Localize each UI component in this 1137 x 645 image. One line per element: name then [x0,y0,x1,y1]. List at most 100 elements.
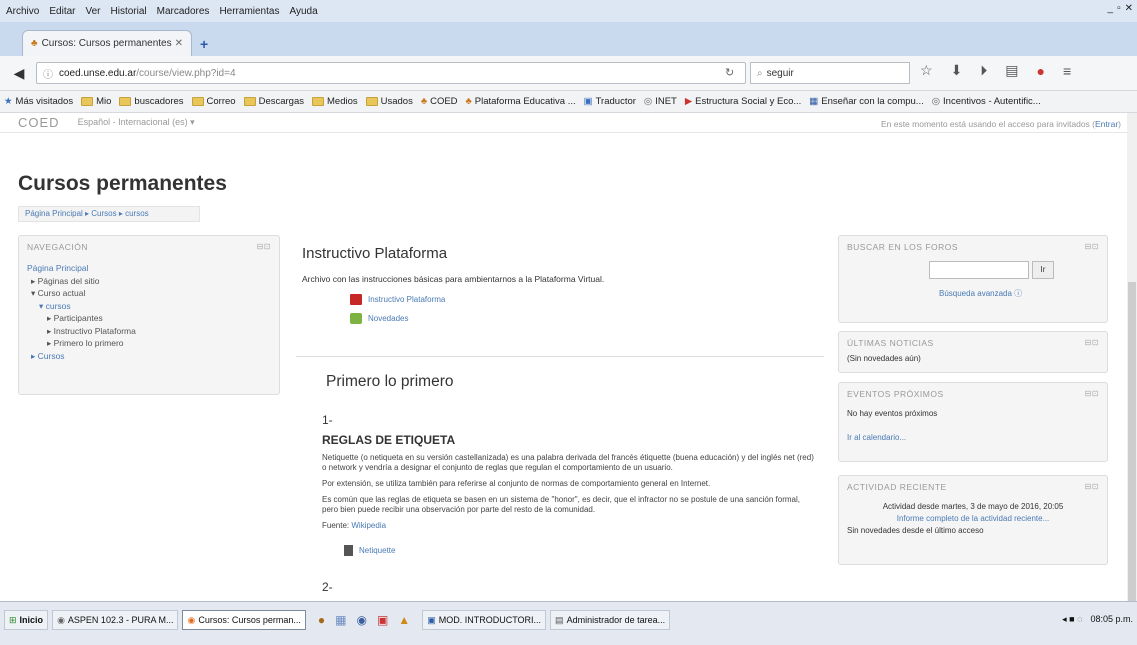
bookmark-mas-visitados[interactable]: ★ Más visitados [4,96,73,107]
clock[interactable]: 08:05 p.m. [1090,614,1133,625]
addon-icon[interactable]: ● [1037,63,1045,79]
taskbar-item-admin[interactable]: ▤ Administrador de tarea... [550,610,671,630]
bookmark-label: Correo [206,96,236,107]
breadcrumb[interactable]: Página Principal ▸ Cursos ▸ cursos [18,206,200,222]
hamburger-menu-icon[interactable]: ≡ [1063,63,1071,79]
menu-historial[interactable]: Historial [111,6,147,17]
bookmark-correo[interactable]: Correo [191,96,236,107]
bookmark-coed[interactable]: ♣ COED [421,96,458,107]
app-icon[interactable]: ● [318,613,325,627]
app-icon[interactable]: ▦ [335,613,346,627]
bookmark-inet[interactable]: ◎ INET [644,96,677,107]
bookmark-incentivos[interactable]: ◎ Incentivos - Autentific... [932,96,1041,107]
login-link[interactable]: Entrar [1095,119,1118,129]
bookmark-traductor[interactable]: ▣ Traductor [584,96,636,107]
download-icon[interactable]: ⬇ [951,62,963,79]
app-icon[interactable]: ▲ [398,613,410,627]
new-tab-icon[interactable]: + [200,36,208,52]
resource-label: Novedades [368,314,409,323]
bookmark-medios[interactable]: Medios [312,96,358,107]
taskbar-item-aspen[interactable]: ◉ ASPEN 102.3 - PURA M... [52,610,179,630]
nav-item-cursos[interactable]: ▾ cursos [27,300,271,313]
block-header: EVENTOS PRÓXIMOS ⊟⊡ [847,389,1099,403]
tab-cursos[interactable]: ♣ Cursos: Cursos permanentes ✕ [22,30,192,56]
block-controls-icon[interactable]: ⊟⊡ [257,242,271,251]
nav-item-participantes[interactable]: ▸ Participantes [27,312,271,325]
wikipedia-link[interactable]: Wikipedia [351,521,386,530]
app-icon[interactable]: ◉ [356,613,366,627]
bookmark-mio[interactable]: Mio [81,96,111,107]
search-text: seguir [766,67,794,79]
nav-item-curso-actual[interactable]: ▾ Curso actual [27,287,271,300]
taskbar-item-mod[interactable]: ▣ MOD. INTRODUCTORI... [422,610,547,630]
block-controls-icon[interactable]: ⊟⊡ [1085,338,1099,347]
reload-icon[interactable]: ↻ [725,66,734,79]
nav-item-primero[interactable]: ▸ Primero lo primero [27,337,271,350]
app-icon[interactable]: ▣ [377,613,388,627]
resource-novedades[interactable]: Novedades [350,313,824,324]
nav-item-pagina-principal[interactable]: Página Principal [27,262,271,275]
menu-ayuda[interactable]: Ayuda [289,6,317,17]
resource-instructivo[interactable]: Instructivo Plataforma [350,294,824,305]
resource-label: Instructivo Plataforma [368,295,446,304]
bookmark-label: Enseñar con la compu... [821,96,924,107]
bookmark-label: Estructura Social y Eco... [695,96,802,107]
site-logo[interactable]: COED [18,115,60,130]
windows-logo-icon: ⊞ [9,614,17,625]
window-controls: _ ▫ ✕ [1108,3,1134,14]
search-input[interactable]: ⌕ seguir [750,62,910,84]
resource-netiquette[interactable]: Netiquette [344,545,824,556]
menu-editar[interactable]: Editar [49,6,75,17]
main-content: Instructivo Plataforma Archivo con las i… [296,235,824,610]
close-window-icon[interactable]: ✕ [1125,3,1133,14]
bookmarks-icon[interactable]: ▤ [1005,62,1018,79]
bookmark-plataforma[interactable]: ♣ Plataforma Educativa ... [466,96,576,107]
recent-activity-text: Sin novedades desde el último acceso [847,526,984,535]
folder-icon [81,97,94,106]
star-icon[interactable]: ☆ [920,62,933,79]
tray-icons[interactable]: ◂ ■ ◌ [1062,614,1082,625]
taskbar-label: Cursos: Cursos perman... [198,615,301,625]
scrollbar-thumb[interactable] [1128,282,1136,602]
url-path: /course/view.php?id=4 [136,67,236,79]
close-tab-icon[interactable]: ✕ [175,38,183,49]
block-controls-icon[interactable]: ⊟⊡ [1085,482,1099,491]
forum-search-input[interactable] [929,261,1029,279]
bookmarks-bar: ★ Más visitados Mio buscadores Correo Des… [0,91,1137,113]
bookmark-ensenar[interactable]: ▦ Enseñar con la compu... [809,96,923,107]
bookmark-buscadores[interactable]: buscadores [119,96,184,107]
menu-herramientas[interactable]: Herramientas [219,6,279,17]
block-controls-icon[interactable]: ⊟⊡ [1085,242,1099,251]
bookmark-estructura[interactable]: ▶ Estructura Social y Eco... [685,96,801,107]
nav-item-paginas-sitio[interactable]: ▸ Páginas del sitio [27,275,271,288]
grid-icon: ▦ [809,96,819,107]
menu-ver[interactable]: Ver [85,6,100,17]
menu-archivo[interactable]: Archivo [6,6,39,17]
start-button[interactable]: ⊞ Inicio [4,610,49,630]
back-icon[interactable]: ◀ [6,61,32,85]
bookmark-label: INET [655,96,677,107]
nav-item-instructivo[interactable]: ▸ Instructivo Plataforma [27,325,271,338]
advanced-search-link[interactable]: Búsqueda avanzada ⓘ [939,288,1022,299]
forum-search-button[interactable]: Ir [1032,261,1054,279]
bookmark-descargas[interactable]: Descargas [243,96,304,107]
nav-item-cursos-root[interactable]: ▸ Cursos [27,350,271,363]
restore-icon[interactable]: ▫ [1117,3,1121,14]
section-title: Primero lo primero [326,373,454,390]
taskbar-item-cursos[interactable]: ◉ Cursos: Cursos perman... [182,610,306,630]
block-controls-icon[interactable]: ⊟⊡ [1085,389,1099,398]
language-selector[interactable]: Español - Internacional (es) ▾ [78,117,195,128]
translate-icon: ▣ [583,96,593,107]
menu-bar: Archivo Editar Ver Historial Marcadores … [0,0,1137,22]
taskbar-label: Administrador de tarea... [566,615,666,625]
paragraph-2: Por extensión, se utiliza también para r… [322,479,711,488]
url-bar[interactable]: ⓘ coed.unse.edu.ar /course/view.php?id=4 [36,62,746,84]
bookmark-usados[interactable]: Usados [365,96,413,107]
pocket-icon[interactable]: ⏵ [980,62,987,79]
menu-marcadores[interactable]: Marcadores [157,6,210,17]
full-report-link[interactable]: Informe completo de la actividad recient… [847,514,1099,524]
calendar-link[interactable]: Ir al calendario... [847,433,1099,442]
minimize-icon[interactable]: _ [1108,3,1114,14]
recent-activity-since: Actividad desde martes, 3 de mayo de 201… [882,502,1064,511]
document-icon [344,545,353,556]
